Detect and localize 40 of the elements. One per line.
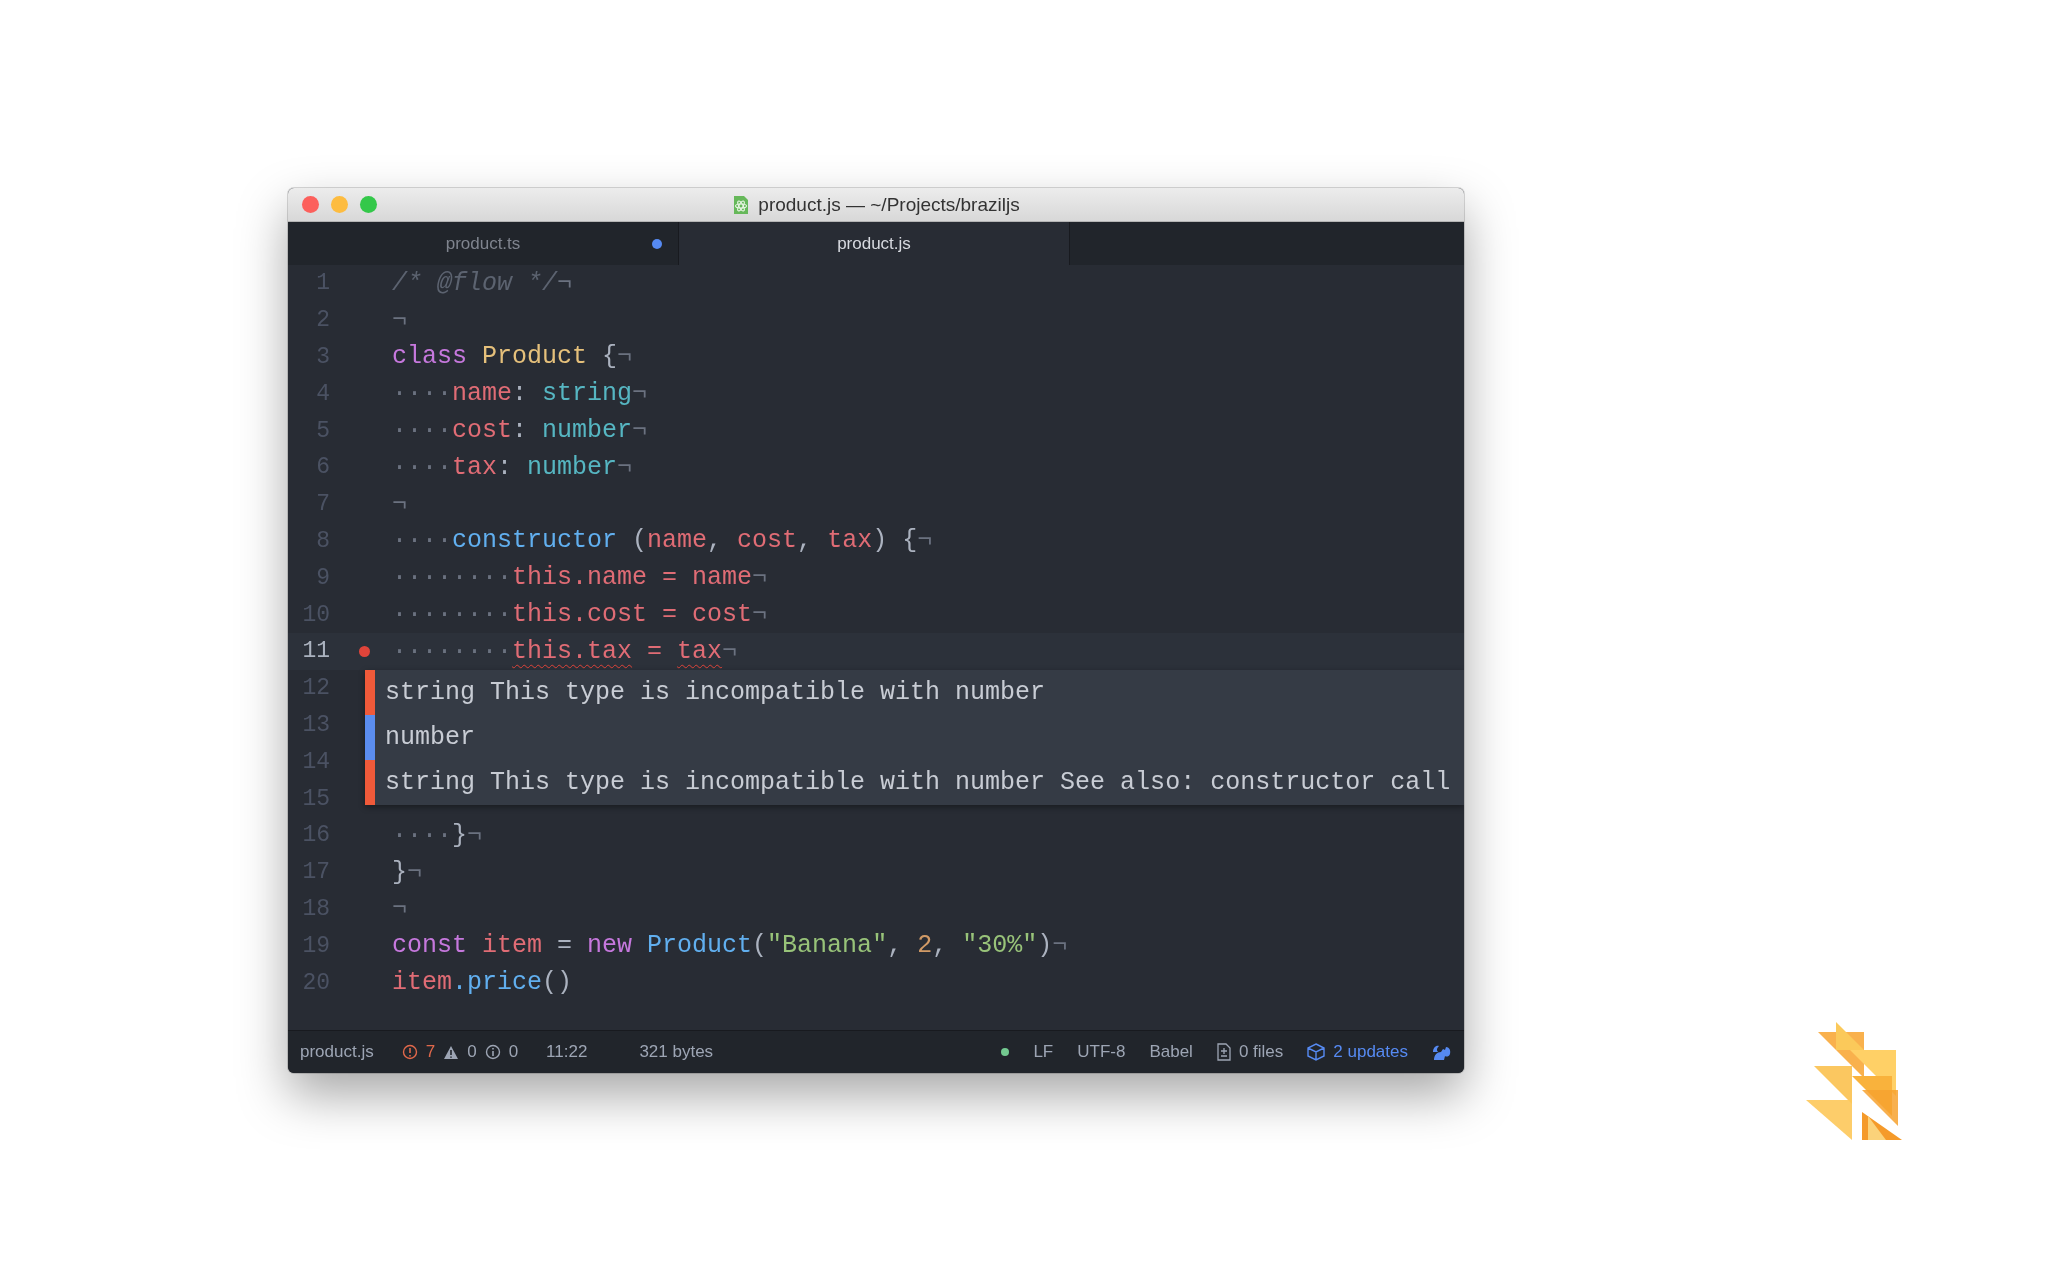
- files-count[interactable]: 0 files: [1238, 1042, 1284, 1062]
- file-tab[interactable]: product.js: [679, 222, 1070, 265]
- grammar[interactable]: Babel: [1149, 1042, 1193, 1062]
- code-line: ········this.name = name¬: [392, 563, 768, 593]
- updates-link[interactable]: 2 updates: [1333, 1042, 1408, 1062]
- code-line: ····name: string¬: [392, 379, 648, 409]
- error-message: number: [365, 715, 1464, 760]
- error-message: string This type is incompatible with number: [365, 670, 1464, 715]
- code-line: ····constructor (name, cost, tax) {¬: [392, 526, 933, 556]
- warning-count[interactable]: 0: [467, 1042, 477, 1062]
- info-icon[interactable]: [484, 1044, 501, 1060]
- error-count[interactable]: 7: [425, 1042, 436, 1062]
- code-line: ····tax: number¬: [392, 452, 633, 482]
- file-name[interactable]: product.js: [300, 1042, 374, 1062]
- error-icon[interactable]: [401, 1044, 418, 1060]
- info-count[interactable]: 0: [508, 1042, 519, 1062]
- code-line: ····}¬: [392, 820, 483, 850]
- code-line: ¬: [392, 305, 407, 335]
- package-icon[interactable]: [1307, 1043, 1326, 1061]
- status-dot: [1001, 1048, 1010, 1056]
- window-title: product.js — ~/Projects/braziljs: [758, 193, 1020, 216]
- code-line: }¬: [392, 857, 423, 887]
- code-line: ····cost: number¬: [392, 416, 648, 446]
- code-line: ¬: [392, 489, 407, 519]
- code-line: ········this.cost = cost¬: [392, 600, 768, 630]
- file-size: 321 bytes: [639, 1042, 714, 1062]
- code-line: class Product {¬: [392, 342, 633, 372]
- code-line: const item = new Product("Banana", 2, "30%")¬: [392, 931, 1068, 961]
- file-icon[interactable]: [1216, 1043, 1231, 1061]
- code-line: item.price(): [392, 968, 573, 998]
- code-line: ········this.tax = tax¬: [392, 636, 738, 666]
- code-line: /* @flow */¬: [392, 268, 573, 298]
- cursor-position[interactable]: 11:22: [546, 1042, 588, 1062]
- error-message: string This type is incompatible with number See also: constructor call: [365, 760, 1464, 805]
- line-number: 11: [301, 638, 330, 665]
- line-ending[interactable]: LF: [1033, 1042, 1054, 1062]
- code-line: ¬: [392, 894, 407, 924]
- warning-icon[interactable]: [443, 1044, 460, 1060]
- encoding[interactable]: UTF-8: [1077, 1042, 1126, 1062]
- atom-icon: [732, 194, 751, 215]
